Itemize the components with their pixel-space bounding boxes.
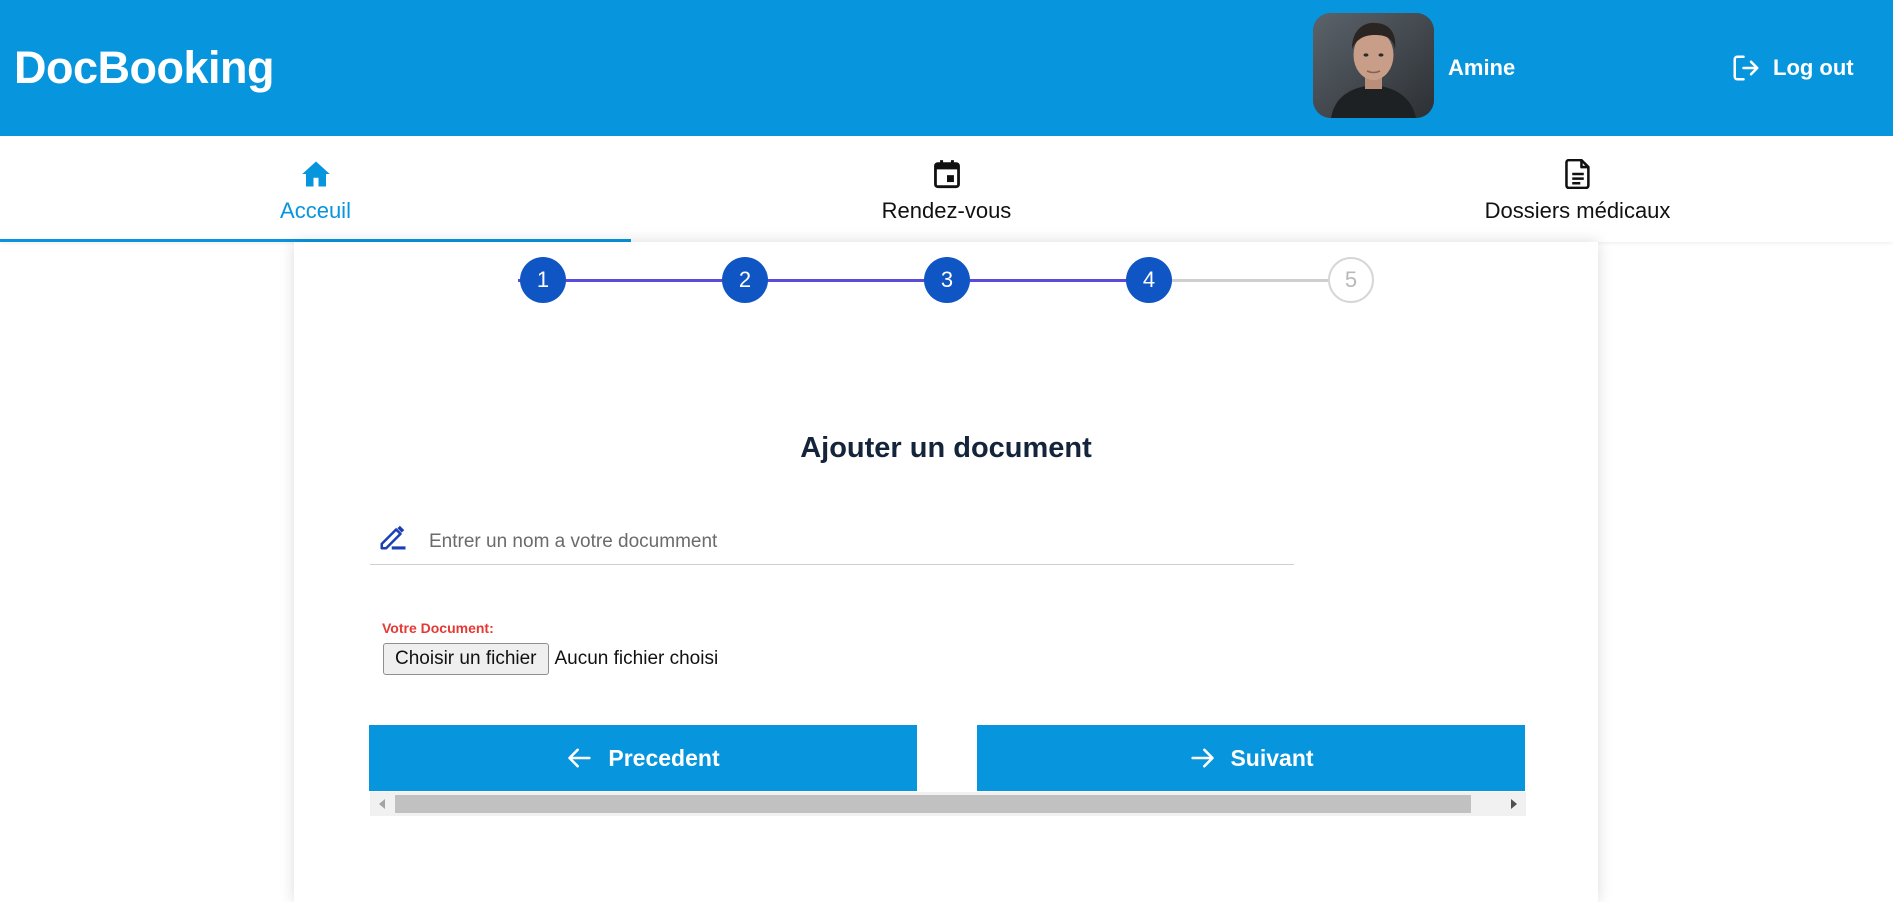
edit-pen-icon: [380, 525, 406, 550]
main-nav: Acceuil Rendez-vous Dossiers médicaux: [0, 136, 1893, 242]
logout-icon: [1733, 55, 1759, 81]
avatar[interactable]: [1313, 13, 1434, 118]
brand-logo[interactable]: DocBooking: [14, 42, 275, 94]
scroll-right-arrow-icon[interactable]: [1511, 799, 1517, 809]
add-document-card: 1 2 3 4 5 Ajouter un document Votre Docu…: [294, 242, 1598, 902]
arrow-right-icon: [1191, 748, 1215, 768]
tab-dossiers-medicaux[interactable]: Dossiers médicaux: [1262, 136, 1893, 242]
document-label: Votre Document:: [382, 620, 494, 636]
stepper-progress-line: [518, 279, 1158, 282]
stepper-remaining-line: [1158, 279, 1348, 282]
choose-file-button[interactable]: Choisir un fichier: [383, 643, 549, 675]
tab-label: Acceuil: [280, 198, 351, 223]
next-label: Suivant: [1230, 744, 1314, 771]
horizontal-scrollbar[interactable]: [370, 792, 1526, 816]
logout-label: Log out: [1773, 55, 1854, 80]
scroll-left-arrow-icon[interactable]: [379, 799, 385, 809]
document-icon: [1564, 159, 1590, 189]
user-name: Amine: [1448, 55, 1516, 80]
document-name-input[interactable]: [427, 522, 1281, 562]
home-icon: [301, 161, 330, 187]
calendar-icon: [933, 160, 960, 189]
logout-button[interactable]: Log out: [1731, 52, 1854, 84]
file-picker: Choisir un fichier Aucun fichier choisi: [383, 643, 718, 675]
step-4[interactable]: 4: [1126, 257, 1172, 303]
arrow-left-icon: [568, 748, 592, 768]
document-name-field: [370, 522, 1294, 565]
step-5[interactable]: 5: [1328, 257, 1374, 303]
page-title: Ajouter un document: [800, 432, 1092, 464]
tab-rendez-vous[interactable]: Rendez-vous: [631, 136, 1262, 242]
tab-label: Rendez-vous: [881, 198, 1012, 223]
user-avatar-icon: [1313, 13, 1434, 118]
previous-button[interactable]: Precedent: [369, 725, 917, 791]
tab-label: Dossiers médicaux: [1484, 198, 1671, 223]
step-2[interactable]: 2: [722, 257, 768, 303]
app-header: DocBooking Amine Log out: [0, 0, 1893, 136]
tab-acceuil[interactable]: Acceuil: [0, 136, 631, 242]
file-status: Aucun fichier choisi: [554, 648, 719, 669]
step-3[interactable]: 3: [924, 257, 970, 303]
scrollbar-thumb[interactable]: [395, 795, 1471, 813]
next-button[interactable]: Suivant: [977, 725, 1525, 791]
step-1[interactable]: 1: [520, 257, 566, 303]
previous-label: Precedent: [608, 744, 720, 771]
